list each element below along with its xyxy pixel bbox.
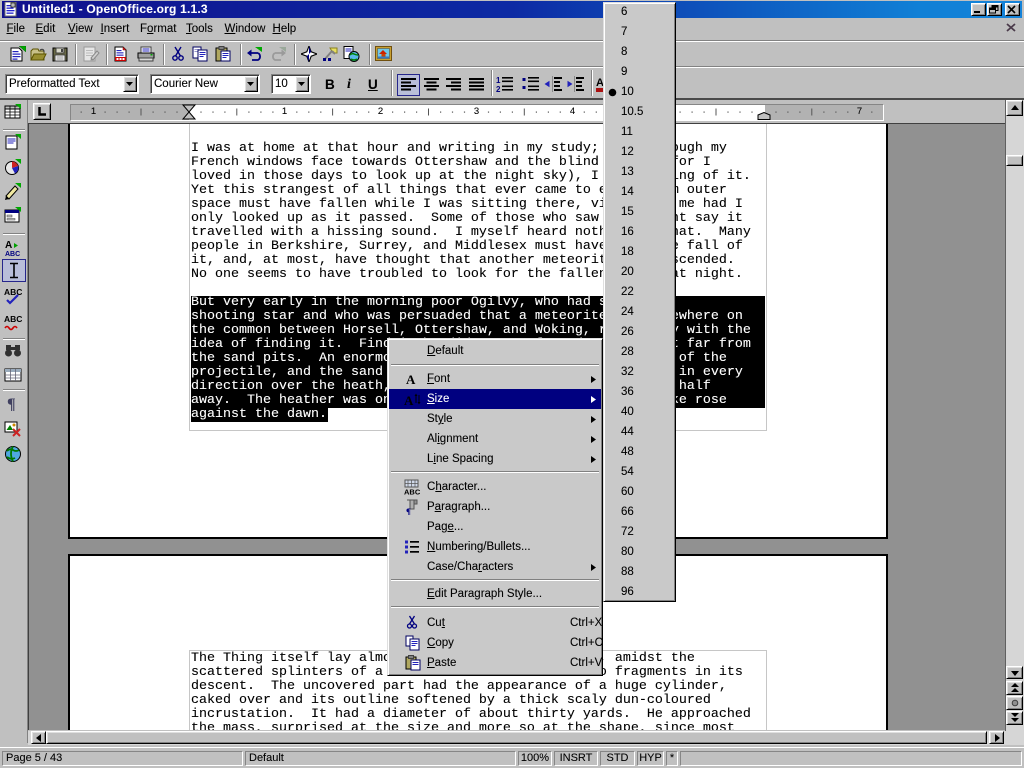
svg-text:ABC: ABC	[404, 488, 420, 496]
svg-text:¶: ¶	[406, 507, 411, 515]
svg-text:A: A	[404, 393, 414, 406]
svg-text:1: 1	[496, 76, 501, 85]
svg-text:A: A	[406, 372, 416, 385]
svg-text:ABC: ABC	[5, 251, 20, 257]
svg-text:2: 2	[496, 85, 501, 93]
svg-text:¶: ¶	[7, 396, 16, 412]
svg-text:ABC: ABC	[4, 287, 22, 297]
svg-text:A: A	[5, 240, 12, 251]
svg-text:ABC: ABC	[4, 314, 22, 324]
